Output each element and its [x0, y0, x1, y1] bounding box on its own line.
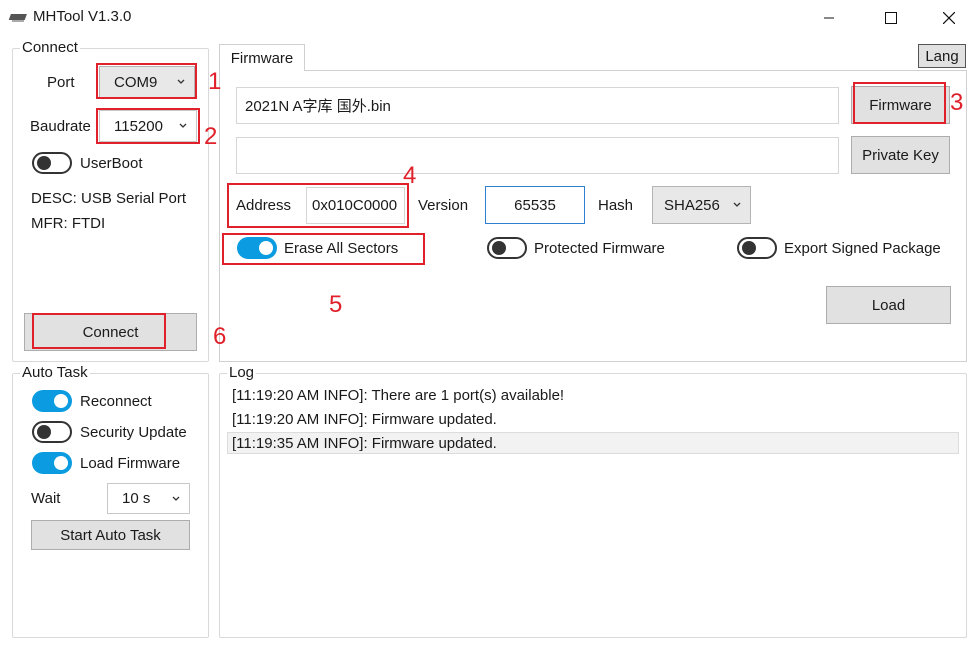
baudrate-label: Baudrate: [30, 118, 91, 135]
load-firmware-toggle[interactable]: [32, 452, 72, 474]
maximize-button[interactable]: [868, 4, 914, 32]
connect-legend: Connect: [20, 39, 80, 57]
private-key-input[interactable]: [236, 137, 839, 174]
hash-value: SHA256: [664, 196, 720, 214]
log-line[interactable]: [11:19:20 AM INFO]: There are 1 port(s) …: [232, 385, 564, 407]
annotation-box-firmware: [853, 82, 946, 124]
wait-value: 10 s: [122, 490, 151, 507]
log-legend: Log: [227, 364, 257, 382]
export-signed-package-toggle[interactable]: [737, 237, 777, 259]
security-update-toggle[interactable]: [32, 421, 72, 443]
reconnect-label: Reconnect: [80, 393, 152, 410]
userboot-label: UserBoot: [80, 155, 143, 172]
export-signed-package-label: Export Signed Package: [784, 240, 941, 257]
tab-firmware[interactable]: Firmware: [219, 44, 305, 71]
wait-label: Wait: [31, 490, 61, 507]
load-firmware-label: Load Firmware: [80, 455, 181, 472]
tab-underline-mask: [220, 69, 304, 71]
annotation-number: 2: [204, 123, 218, 150]
annotation-box-address: [227, 183, 409, 228]
chevron-down-icon: [733, 202, 741, 207]
protected-firmware-toggle[interactable]: [487, 237, 527, 259]
toggle-knob: [37, 425, 51, 439]
annotation-number: 4: [403, 162, 417, 189]
log-line[interactable]: [11:19:35 AM INFO]: Firmware updated.: [232, 433, 497, 455]
chevron-down-icon: [172, 496, 180, 501]
annotation-number: 6: [213, 323, 227, 350]
toggle-knob: [54, 394, 68, 408]
firmware-file-input[interactable]: 2021N A字库 国外.bin: [236, 87, 839, 124]
annotation-box-baudrate: [96, 108, 200, 144]
device-mfr: MFR: FTDI: [31, 215, 106, 232]
annotation-number: 1: [208, 68, 222, 95]
lang-button[interactable]: Lang: [918, 44, 966, 68]
annotation-box-port: [96, 63, 197, 99]
annotation-box-erase: [222, 233, 425, 265]
auto-task-legend: Auto Task: [20, 364, 90, 382]
version-label: Version: [418, 197, 469, 214]
toggle-knob: [37, 156, 51, 170]
device-desc: DESC: USB Serial Port: [31, 190, 187, 207]
version-value: 65535: [514, 196, 556, 214]
annotation-box-connect: [32, 313, 166, 349]
close-button[interactable]: [926, 4, 972, 32]
private-key-button[interactable]: Private Key: [851, 136, 950, 174]
minimize-icon: [824, 17, 834, 19]
protected-firmware-label: Protected Firmware: [534, 240, 665, 257]
app-chip-icon: [8, 14, 27, 22]
log-line[interactable]: [11:19:20 AM INFO]: Firmware updated.: [232, 409, 497, 431]
hash-select[interactable]: SHA256: [652, 186, 751, 224]
load-button[interactable]: Load: [826, 286, 951, 324]
maximize-icon: [885, 12, 897, 24]
toggle-knob: [492, 241, 506, 255]
wait-select[interactable]: 10 s: [107, 483, 190, 514]
close-icon: [943, 12, 955, 24]
firmware-file-value: 2021N A字库 国外.bin: [245, 98, 391, 115]
reconnect-toggle[interactable]: [32, 390, 72, 412]
start-auto-task-button[interactable]: Start Auto Task: [31, 520, 190, 550]
port-label: Port: [47, 74, 75, 91]
userboot-toggle[interactable]: [32, 152, 72, 174]
annotation-number: 3: [950, 89, 964, 116]
annotation-number: 5: [329, 291, 343, 318]
security-update-label: Security Update: [80, 424, 187, 441]
version-input[interactable]: 65535: [485, 186, 585, 224]
minimize-button[interactable]: [806, 4, 852, 32]
hash-label: Hash: [598, 197, 634, 214]
window-title: MHTool V1.3.0: [33, 8, 132, 25]
toggle-knob: [742, 241, 756, 255]
toggle-knob: [54, 456, 68, 470]
